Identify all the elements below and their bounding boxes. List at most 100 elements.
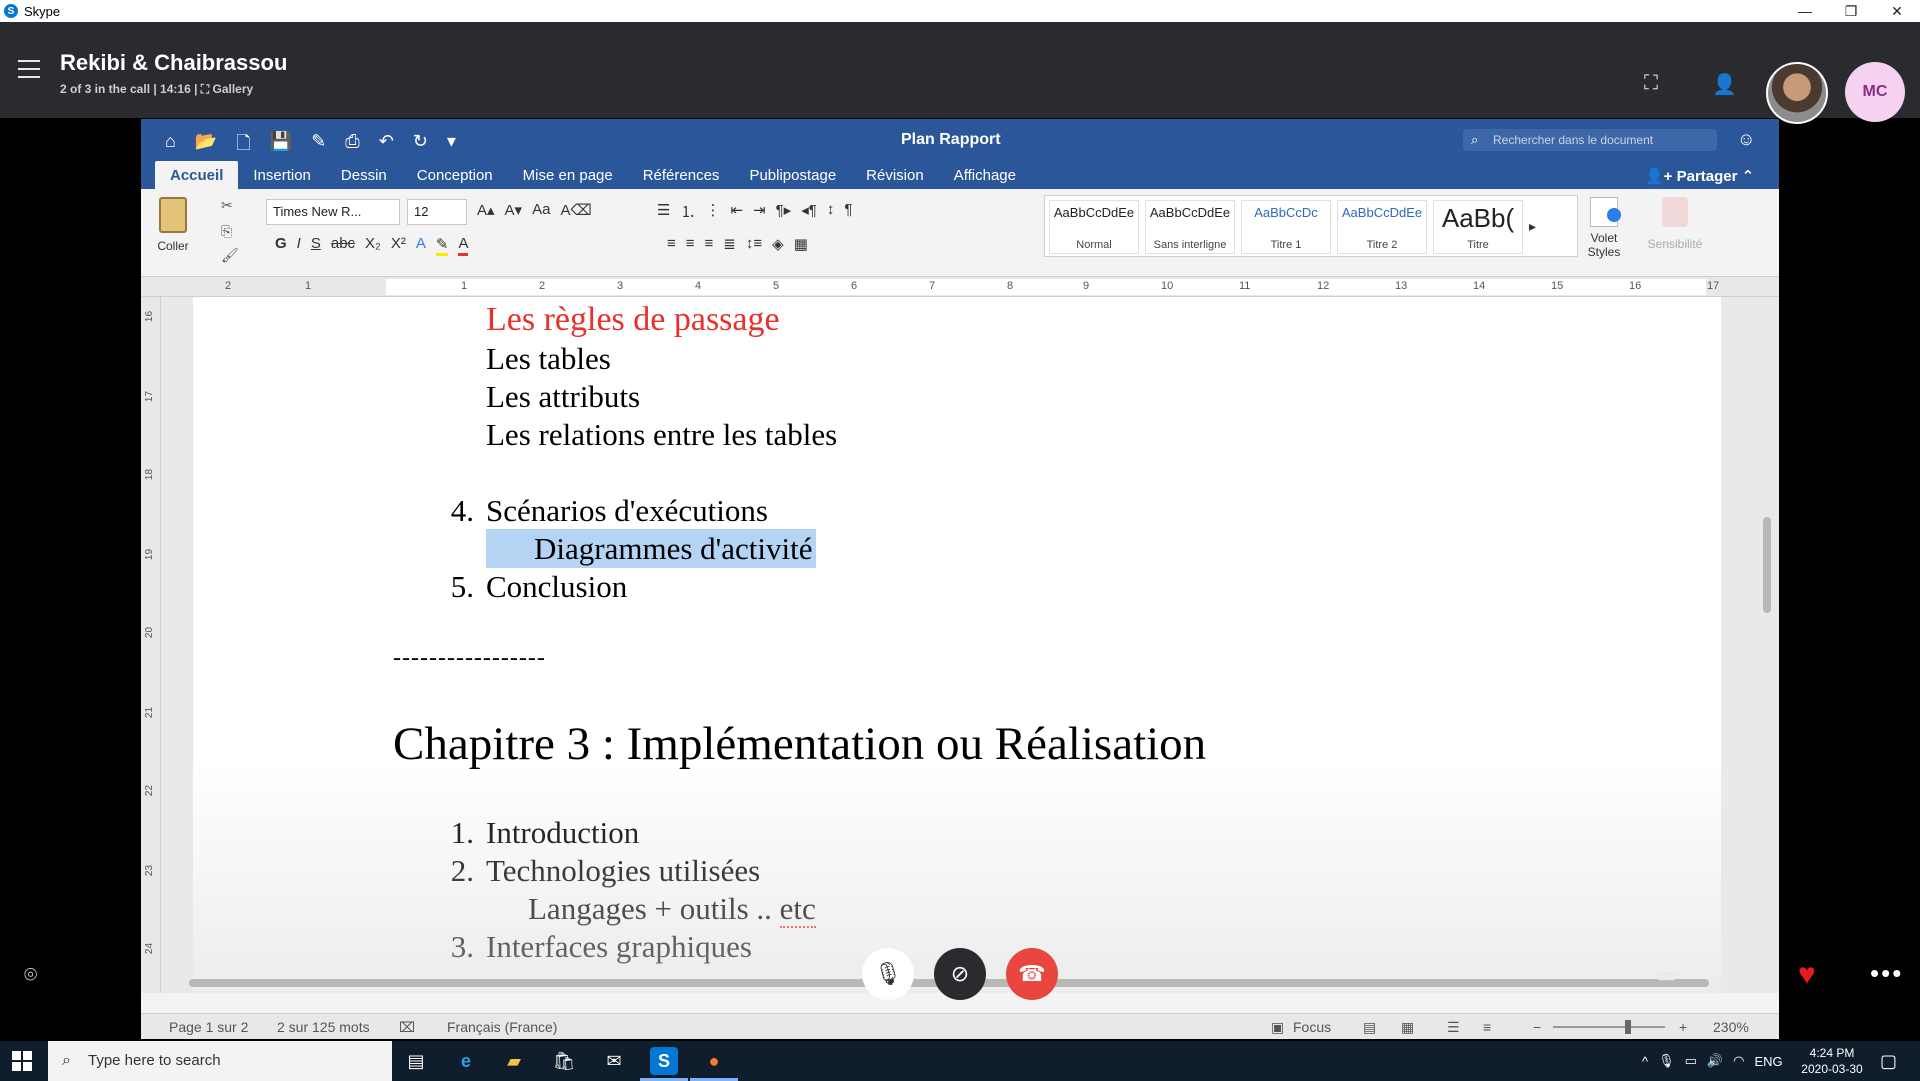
close-button[interactable]: ✕ bbox=[1874, 0, 1920, 22]
horizontal-ruler[interactable]: 2 1 1 2 3 4 5 6 7 8 9 10 11 12 13 14 15 … bbox=[141, 277, 1779, 297]
font-color-icon[interactable]: A bbox=[458, 235, 469, 256]
align-left-icon[interactable]: ≡ bbox=[667, 235, 676, 253]
tab-conception[interactable]: Conception bbox=[402, 161, 508, 189]
numbering-icon[interactable]: ⒈ bbox=[680, 201, 695, 222]
zoom-out-icon[interactable]: − bbox=[1533, 1019, 1541, 1035]
more-options-icon[interactable]: ••• bbox=[1870, 958, 1903, 989]
mute-button[interactable]: 🎙 bbox=[862, 948, 914, 1000]
notifications-icon[interactable]: ▢ bbox=[1880, 1051, 1897, 1072]
paste-button[interactable]: Coller bbox=[153, 197, 193, 253]
shrink-font-icon[interactable]: A▾ bbox=[505, 201, 523, 219]
zoom-level[interactable]: 230% bbox=[1713, 1019, 1749, 1035]
restore-button[interactable]: ❐ bbox=[1828, 0, 1874, 22]
document-page[interactable]: Les règles de passage Les tables Les att… bbox=[193, 297, 1721, 993]
copy-icon[interactable]: ⎘ bbox=[221, 223, 232, 240]
style-normal[interactable]: AaBbCcDdEe Normal bbox=[1049, 200, 1139, 254]
proofing-icon[interactable]: ⌧ bbox=[399, 1019, 415, 1036]
clear-formatting-icon[interactable]: A⌫ bbox=[560, 201, 591, 219]
firefox-icon[interactable]: ● bbox=[690, 1047, 738, 1081]
word-count[interactable]: 2 sur 125 mots bbox=[277, 1019, 370, 1035]
snapshot-icon[interactable]: ⌾ bbox=[24, 962, 37, 988]
italic-icon[interactable]: I bbox=[297, 235, 301, 256]
volet-styles-button[interactable]: Volet Styles bbox=[1581, 197, 1627, 259]
end-call-button[interactable]: ☎ bbox=[1006, 948, 1058, 1000]
customize-toolbar-icon[interactable]: ▾ bbox=[447, 131, 456, 161]
tab-insertion[interactable]: Insertion bbox=[238, 161, 326, 189]
minimize-button[interactable]: — bbox=[1782, 0, 1828, 22]
app-icon[interactable]: ✉ bbox=[600, 1047, 628, 1075]
outline-view-icon[interactable]: ☰ bbox=[1447, 1019, 1460, 1036]
screen-share-icon[interactable]: ⛶ bbox=[1644, 72, 1658, 95]
home-icon[interactable]: ⌂ bbox=[165, 131, 176, 161]
tab-dessin[interactable]: Dessin bbox=[326, 161, 402, 189]
multilevel-list-icon[interactable]: ⋮ bbox=[705, 201, 720, 222]
selected-text[interactable]: Diagrammes d'activité bbox=[486, 529, 817, 568]
subscript-icon[interactable]: X₂ bbox=[365, 235, 381, 256]
ltr-icon[interactable]: ¶▸ bbox=[776, 201, 792, 222]
format-painter-icon[interactable]: 🖌 bbox=[221, 247, 239, 264]
styles-more-icon[interactable]: ▸ bbox=[1529, 218, 1536, 235]
shading-icon[interactable]: ◈ bbox=[772, 235, 784, 253]
zoom-slider[interactable] bbox=[1553, 1026, 1665, 1028]
store-icon[interactable]: 🛍 bbox=[550, 1047, 578, 1075]
bold-icon[interactable]: G bbox=[275, 235, 287, 256]
focus-button[interactable]: Focus bbox=[1293, 1019, 1331, 1035]
justify-icon[interactable]: ≣ bbox=[723, 235, 736, 253]
align-center-icon[interactable]: ≡ bbox=[686, 235, 695, 253]
tab-publipostage[interactable]: Publipostage bbox=[734, 161, 851, 189]
my-avatar[interactable]: MC bbox=[1845, 62, 1905, 122]
save-icon[interactable]: 💾 bbox=[270, 131, 292, 161]
sort-icon[interactable]: ↕ bbox=[827, 201, 835, 222]
menu-icon[interactable] bbox=[18, 60, 40, 78]
language-status[interactable]: Français (France) bbox=[447, 1019, 557, 1035]
draft-view-icon[interactable]: ≡ bbox=[1483, 1019, 1491, 1035]
skype-taskbar-icon[interactable]: S bbox=[640, 1047, 688, 1081]
heart-reaction-icon[interactable]: ♥ bbox=[1798, 958, 1816, 992]
switch-window-icon[interactable]: ⧉ bbox=[1728, 962, 1744, 988]
edge-icon[interactable]: e bbox=[452, 1047, 480, 1075]
add-participant-icon[interactable]: 👤 bbox=[1712, 72, 1737, 97]
decrease-indent-icon[interactable]: ⇤ bbox=[730, 201, 743, 222]
cut-icon[interactable]: ✂ bbox=[221, 197, 233, 214]
highlight-icon[interactable]: ✎ bbox=[435, 235, 449, 256]
page-count[interactable]: Page 1 sur 2 bbox=[169, 1019, 248, 1035]
bullets-icon[interactable]: ☰ bbox=[657, 201, 670, 222]
borders-icon[interactable]: ▦ bbox=[794, 235, 808, 253]
increase-indent-icon[interactable]: ⇥ bbox=[753, 201, 766, 222]
grow-font-icon[interactable]: A▴ bbox=[477, 201, 495, 219]
web-layout-icon[interactable]: ▦ bbox=[1401, 1019, 1414, 1036]
strikethrough-icon[interactable]: abc bbox=[331, 235, 355, 256]
feedback-smiley-icon[interactable]: ☺ bbox=[1737, 129, 1755, 150]
battery-icon[interactable]: ▭ bbox=[1685, 1053, 1697, 1069]
microphone-tray-icon[interactable]: 🎙 bbox=[1658, 1053, 1675, 1069]
volume-icon[interactable]: 🔊 bbox=[1707, 1053, 1723, 1069]
start-button[interactable] bbox=[12, 1051, 34, 1071]
font-name-select[interactable]: Times New R... bbox=[266, 199, 400, 225]
tab-mise-en-page[interactable]: Mise en page bbox=[508, 161, 628, 189]
taskbar-search-input[interactable]: ⌕ Type here to search bbox=[48, 1041, 392, 1081]
show-marks-icon[interactable]: ¶ bbox=[844, 201, 852, 222]
redo-icon[interactable]: ↻ bbox=[413, 131, 428, 161]
tab-revision[interactable]: Révision bbox=[851, 161, 939, 189]
new-document-icon[interactable]: 🗋 bbox=[236, 131, 250, 161]
tab-references[interactable]: Références bbox=[628, 161, 735, 189]
focus-icon[interactable]: ▣ bbox=[1271, 1019, 1284, 1036]
open-folder-icon[interactable]: 📂 bbox=[195, 131, 217, 161]
style-titre[interactable]: AaBb( Titre bbox=[1433, 200, 1523, 254]
camera-button[interactable]: ⊘ bbox=[934, 948, 986, 1000]
text-effects-icon[interactable]: A bbox=[416, 235, 426, 256]
tray-chevron-icon[interactable]: ^ bbox=[1642, 1054, 1648, 1069]
vertical-ruler[interactable]: 16 17 18 19 20 21 22 23 24 bbox=[141, 297, 161, 993]
superscript-icon[interactable]: X² bbox=[391, 235, 406, 256]
print-icon[interactable]: ⎙ bbox=[345, 131, 359, 161]
share-button[interactable]: 👤+ Partager ⌃ bbox=[1645, 167, 1754, 185]
undo-icon[interactable]: ↶ bbox=[379, 131, 394, 161]
sensibilite-button[interactable]: Sensibilité bbox=[1643, 197, 1707, 251]
rtl-icon[interactable]: ◂¶ bbox=[801, 201, 817, 222]
font-size-select[interactable]: 12 bbox=[407, 199, 467, 225]
participant-avatar[interactable] bbox=[1766, 62, 1828, 124]
chat-icon[interactable]: ▭ bbox=[1656, 962, 1677, 988]
taskbar-clock[interactable]: 4:24 PM 2020-03-30 bbox=[1796, 1045, 1868, 1077]
wifi-icon[interactable]: ◠ bbox=[1733, 1053, 1744, 1069]
tab-affichage[interactable]: Affichage bbox=[939, 161, 1031, 189]
